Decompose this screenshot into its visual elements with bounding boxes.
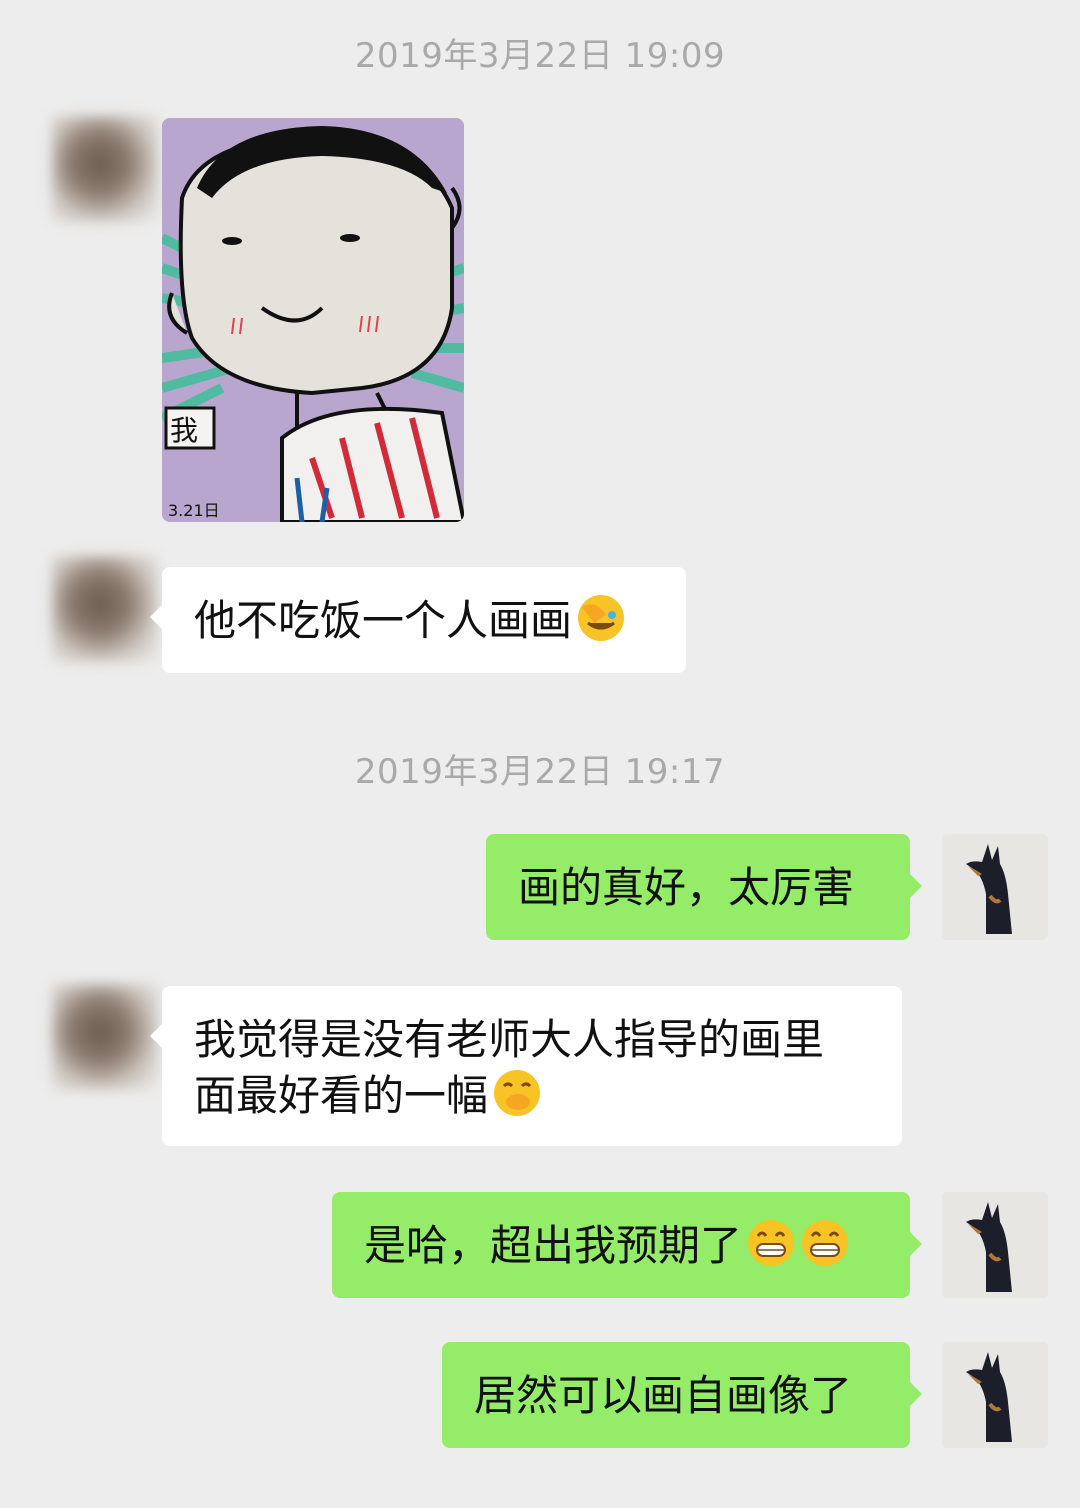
doberman-avatar-icon (942, 1192, 1048, 1298)
outgoing-message-bubble[interactable]: 画的真好，太厉害 (486, 834, 922, 940)
self-portrait-drawing: 我 3.21日 (162, 118, 464, 522)
grin-emoji-icon (802, 1220, 849, 1266)
drawing-date-text: 3.21日 (168, 501, 220, 520)
doberman-avatar-icon (942, 834, 1048, 940)
user-avatar[interactable] (942, 1192, 1048, 1298)
outgoing-message-bubble[interactable]: 居然可以画自画像了 (442, 1342, 922, 1448)
timestamp-1: 2019年3月22日 19:09 (354, 36, 726, 76)
incoming-message-bubble[interactable]: 他不吃饭一个人画画 (150, 567, 686, 673)
drawing-label-text: 我 (170, 414, 198, 447)
facepalm-laugh-emoji-icon (578, 595, 625, 641)
contact-avatar[interactable] (52, 116, 158, 222)
message-text: 居然可以画自画像了 (474, 1371, 853, 1420)
contact-avatar[interactable] (52, 556, 158, 662)
message-text-line-1: 我觉得是没有老师大人指导的画里 (194, 1015, 825, 1064)
message-text: 是哈，超出我预期了 (364, 1221, 743, 1270)
message-text: 他不吃饭一个人画画 (194, 596, 573, 645)
user-avatar[interactable] (942, 1342, 1048, 1448)
doberman-avatar-icon (942, 1342, 1048, 1448)
message-text: 画的真好，太厉害 (518, 863, 855, 912)
hand-over-mouth-emoji-icon (494, 1070, 541, 1116)
timestamp-2: 2019年3月22日 19:17 (354, 752, 726, 792)
user-avatar[interactable] (942, 834, 1048, 940)
incoming-message-bubble[interactable]: 我觉得是没有老师大人指导的画里 面最好看的一幅 (150, 986, 902, 1146)
drawing-image-message[interactable]: 我 3.21日 (162, 118, 464, 522)
contact-avatar[interactable] (52, 984, 158, 1090)
outgoing-message-bubble[interactable]: 是哈，超出我预期了 (332, 1192, 922, 1298)
grin-emoji-icon (748, 1220, 795, 1266)
message-text-line-2: 面最好看的一幅 (194, 1071, 489, 1120)
